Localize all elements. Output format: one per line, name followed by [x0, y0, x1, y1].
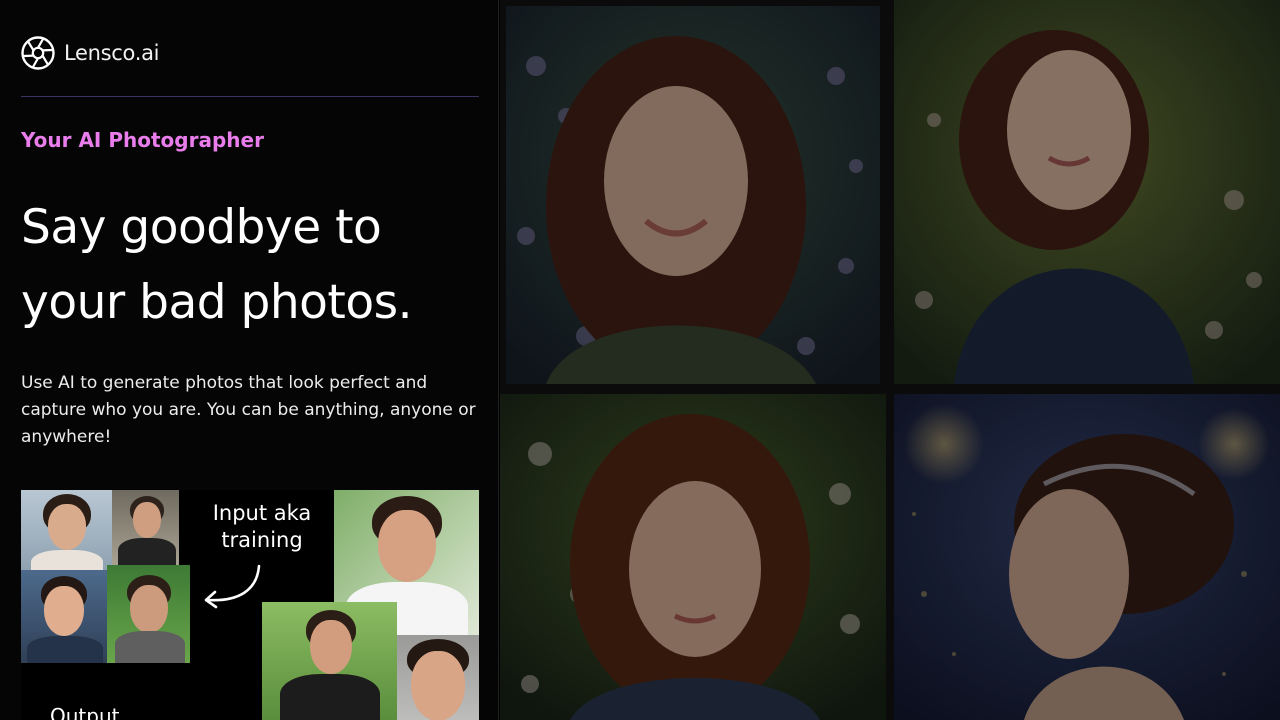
curved-arrow-left-icon: [204, 564, 261, 609]
divider: [21, 96, 479, 97]
gallery-image-3: [500, 394, 886, 720]
input-photo-4: [107, 565, 190, 663]
gallery-image-4: [894, 394, 1280, 720]
input-label: Input aka training: [212, 501, 312, 552]
gallery-image-1: [506, 6, 880, 384]
headline-line-2: your bad photos.: [21, 275, 413, 330]
training-demo-image: Input aka training Output: [21, 490, 479, 720]
output-photo-2: [262, 602, 397, 720]
brand-name: Lensco.ai: [64, 41, 160, 65]
page-title: Say goodbye to your bad photos.: [21, 190, 491, 340]
brand[interactable]: Lensco.ai: [21, 35, 160, 71]
aperture-icon: [21, 36, 55, 70]
input-photo-1: [21, 490, 112, 570]
eyebrow-text: Your AI Photographer: [21, 128, 264, 152]
gallery-image-2: [894, 0, 1280, 384]
portrait-gallery: [500, 0, 1280, 720]
output-photo-3: [397, 635, 479, 720]
input-photo-3: [21, 570, 107, 663]
output-label: Output: [50, 704, 120, 720]
hero-description: Use AI to generate photos that look perf…: [21, 373, 476, 447]
hero-panel: Lensco.ai Your AI Photographer Say goodb…: [0, 0, 499, 720]
headline-line-1: Say goodbye to: [21, 200, 382, 255]
input-photo-2: [112, 490, 179, 565]
